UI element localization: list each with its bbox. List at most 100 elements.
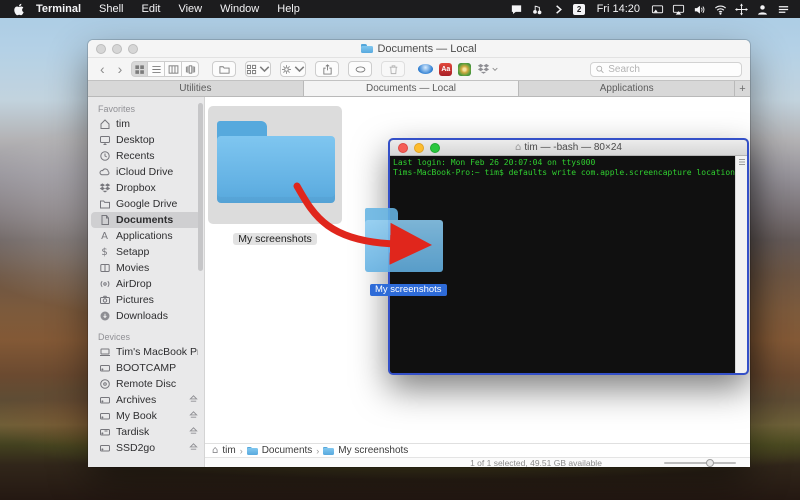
sidebar-scrollbar[interactable] xyxy=(198,103,203,271)
eject-icon[interactable] xyxy=(189,410,198,422)
tab-utilities[interactable]: Utilities xyxy=(88,81,304,96)
folder-icon xyxy=(323,447,334,455)
desktop-icon xyxy=(98,134,111,146)
cherry-icon[interactable] xyxy=(529,2,546,16)
new-folder-icon[interactable] xyxy=(212,61,236,77)
folder-icon xyxy=(247,447,258,455)
sidebar-item-google-drive[interactable]: Google Drive xyxy=(88,196,204,212)
sidebar-item-documents[interactable]: Documents xyxy=(91,212,201,228)
sidebar-item-desktop[interactable]: Desktop xyxy=(88,132,204,148)
menu-app-name[interactable]: Terminal xyxy=(27,0,90,18)
menu-window[interactable]: Window xyxy=(211,0,268,18)
sidebar-item-pictures[interactable]: Pictures xyxy=(88,292,204,308)
user-icon[interactable] xyxy=(754,2,771,16)
chevron-right-icon[interactable] xyxy=(550,2,567,16)
airdrop-icon xyxy=(98,278,111,290)
group-icon[interactable] xyxy=(245,61,271,77)
sidebar-item-remote-disc[interactable]: Remote Disc xyxy=(88,376,204,392)
search-field[interactable] xyxy=(590,62,742,77)
document-icon xyxy=(98,214,111,226)
home-icon xyxy=(98,118,111,130)
sidebar-item-setapp[interactable]: $Setapp xyxy=(88,244,204,260)
new-tab-button[interactable]: + xyxy=(735,81,750,96)
drive-icon xyxy=(98,394,111,406)
red-aa-app-icon[interactable]: Aa xyxy=(439,63,452,76)
path-item-my-screenshots[interactable]: My screenshots xyxy=(323,445,408,456)
eject-icon[interactable] xyxy=(189,394,198,406)
tab-applications[interactable]: Applications xyxy=(519,81,735,96)
sidebar-item-movies[interactable]: Movies xyxy=(88,260,204,276)
terminal-title-bar[interactable]: ⌂ tim — -bash — 80×24 xyxy=(390,140,747,156)
window-title: Documents — Local xyxy=(88,43,750,55)
path-item-documents[interactable]: Documents xyxy=(247,445,313,456)
dragged-folder-label: My screenshots xyxy=(370,284,447,296)
film-icon xyxy=(98,262,111,274)
coverflow-view-icon[interactable] xyxy=(182,61,199,77)
sidebar-item-applications[interactable]: AApplications xyxy=(88,228,204,244)
sidebar-item-archives[interactable]: Archives xyxy=(88,392,204,408)
screen-sharing-icon[interactable] xyxy=(649,2,666,16)
airplay-icon[interactable] xyxy=(670,2,687,16)
sidebar-item-recents[interactable]: Recents xyxy=(88,148,204,164)
column-view-icon[interactable] xyxy=(165,61,182,77)
folder-icon xyxy=(98,198,111,210)
path-item-tim[interactable]: ⌂tim xyxy=(212,445,236,456)
sidebar-item-airdrop[interactable]: AirDrop xyxy=(88,276,204,292)
apple-icon[interactable] xyxy=(10,2,27,16)
camera-icon xyxy=(98,294,111,306)
cloud-icon xyxy=(98,166,111,178)
messages-icon[interactable] xyxy=(508,2,525,16)
tab-documents-local[interactable]: Documents — Local xyxy=(304,81,520,96)
volume-icon[interactable] xyxy=(691,2,708,16)
sidebar-item-tardisk[interactable]: Tardisk xyxy=(88,424,204,440)
sidebar-item-bootcamp[interactable]: BOOTCAMP xyxy=(88,360,204,376)
dropbox-icon[interactable] xyxy=(477,63,498,75)
tag-icon[interactable] xyxy=(348,61,372,77)
green-app-icon[interactable] xyxy=(458,63,471,76)
grid-view-icon[interactable] xyxy=(131,61,148,77)
laptop-icon xyxy=(98,346,111,358)
drag-arrow xyxy=(285,176,435,266)
menu-view[interactable]: View xyxy=(169,0,211,18)
menu-bar: Terminal Shell Edit View Window Help 2 F… xyxy=(0,0,800,18)
forward-button[interactable]: › xyxy=(114,62,127,76)
scrollbar-marker-icon xyxy=(738,158,746,166)
sidebar-item-dropbox[interactable]: Dropbox xyxy=(88,180,204,196)
eject-icon[interactable] xyxy=(189,442,198,454)
menu-help[interactable]: Help xyxy=(268,0,309,18)
sidebar-item-ssd2go[interactable]: SSD2go xyxy=(88,440,204,456)
eject-icon[interactable] xyxy=(189,426,198,438)
share-icon[interactable] xyxy=(315,61,339,77)
home-icon: ⌂ xyxy=(212,446,218,456)
sidebar-item-icloud-drive[interactable]: iCloud Drive xyxy=(88,164,204,180)
wifi-icon[interactable] xyxy=(712,2,729,16)
delete-icon[interactable] xyxy=(381,61,405,77)
action-gear-icon[interactable] xyxy=(280,61,306,77)
view-segmented-control xyxy=(131,61,199,77)
slider-thumb[interactable] xyxy=(706,459,714,467)
icon-size-slider[interactable] xyxy=(664,462,736,464)
clock-icon xyxy=(98,150,111,162)
sidebar-section-devices: Devices xyxy=(88,329,204,344)
finder-toolbar: ‹ › Aa xyxy=(88,58,750,80)
list-view-icon[interactable] xyxy=(148,61,165,77)
sidebar-item-my-book[interactable]: My Book xyxy=(88,408,204,424)
back-button[interactable]: ‹ xyxy=(96,62,109,76)
sidebar-item-tim[interactable]: tim xyxy=(88,116,204,132)
download-icon xyxy=(98,310,111,322)
notification-center-icon[interactable] xyxy=(775,2,792,16)
move-icon[interactable] xyxy=(733,2,750,16)
calendar-icon[interactable]: 2 xyxy=(571,2,588,16)
terminal-scrollbar[interactable] xyxy=(735,156,747,373)
blue-app-icon[interactable] xyxy=(418,64,433,74)
sidebar-item-downloads[interactable]: Downloads xyxy=(88,308,204,324)
path-separator: › xyxy=(316,446,319,456)
search-input[interactable] xyxy=(608,64,736,75)
sidebar-item-tims-macbook-pro[interactable]: Tim's MacBook Pro xyxy=(88,344,204,360)
finder-title-bar[interactable]: Documents — Local xyxy=(88,40,750,58)
menu-clock[interactable]: Fri 14:20 xyxy=(592,3,645,15)
path-bar: ⌂tim › Documents › My screenshots xyxy=(205,443,750,457)
menu-edit[interactable]: Edit xyxy=(133,0,170,18)
menu-shell[interactable]: Shell xyxy=(90,0,132,18)
drive-icon xyxy=(98,442,111,454)
